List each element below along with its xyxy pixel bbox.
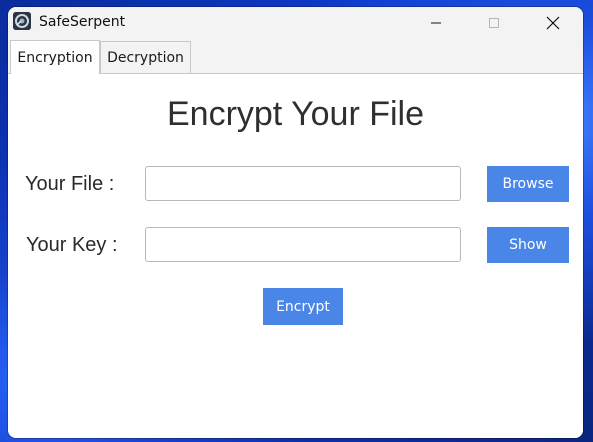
tab-encryption[interactable]: Encryption [10, 40, 100, 74]
minimize-button[interactable] [413, 7, 459, 38]
browse-button[interactable]: Browse [487, 166, 569, 202]
key-label: Your Key : [26, 234, 118, 256]
serpent-app-icon [13, 12, 31, 30]
encryption-panel: Encrypt Your File Your File : Browse You… [8, 74, 583, 438]
maximize-button[interactable] [471, 7, 517, 38]
close-button[interactable] [530, 7, 576, 38]
minimize-icon [431, 22, 441, 23]
page-title: Encrypt Your File [166, 95, 425, 133]
show-key-button[interactable]: Show [487, 227, 569, 263]
tab-decryption[interactable]: Decryption [100, 41, 191, 73]
file-label: Your File : [25, 173, 115, 195]
encrypt-button[interactable]: Encrypt [263, 288, 343, 325]
close-icon [546, 16, 560, 29]
window-title: SafeSerpent [39, 14, 126, 30]
file-path-input[interactable] [145, 166, 461, 201]
key-input[interactable] [145, 227, 461, 262]
maximize-icon [489, 17, 499, 28]
tab-strip: Encryption Decryption [8, 38, 583, 74]
title-bar[interactable]: SafeSerpent [8, 7, 583, 38]
app-window: SafeSerpent Encryption Decryption Encryp… [8, 7, 583, 438]
